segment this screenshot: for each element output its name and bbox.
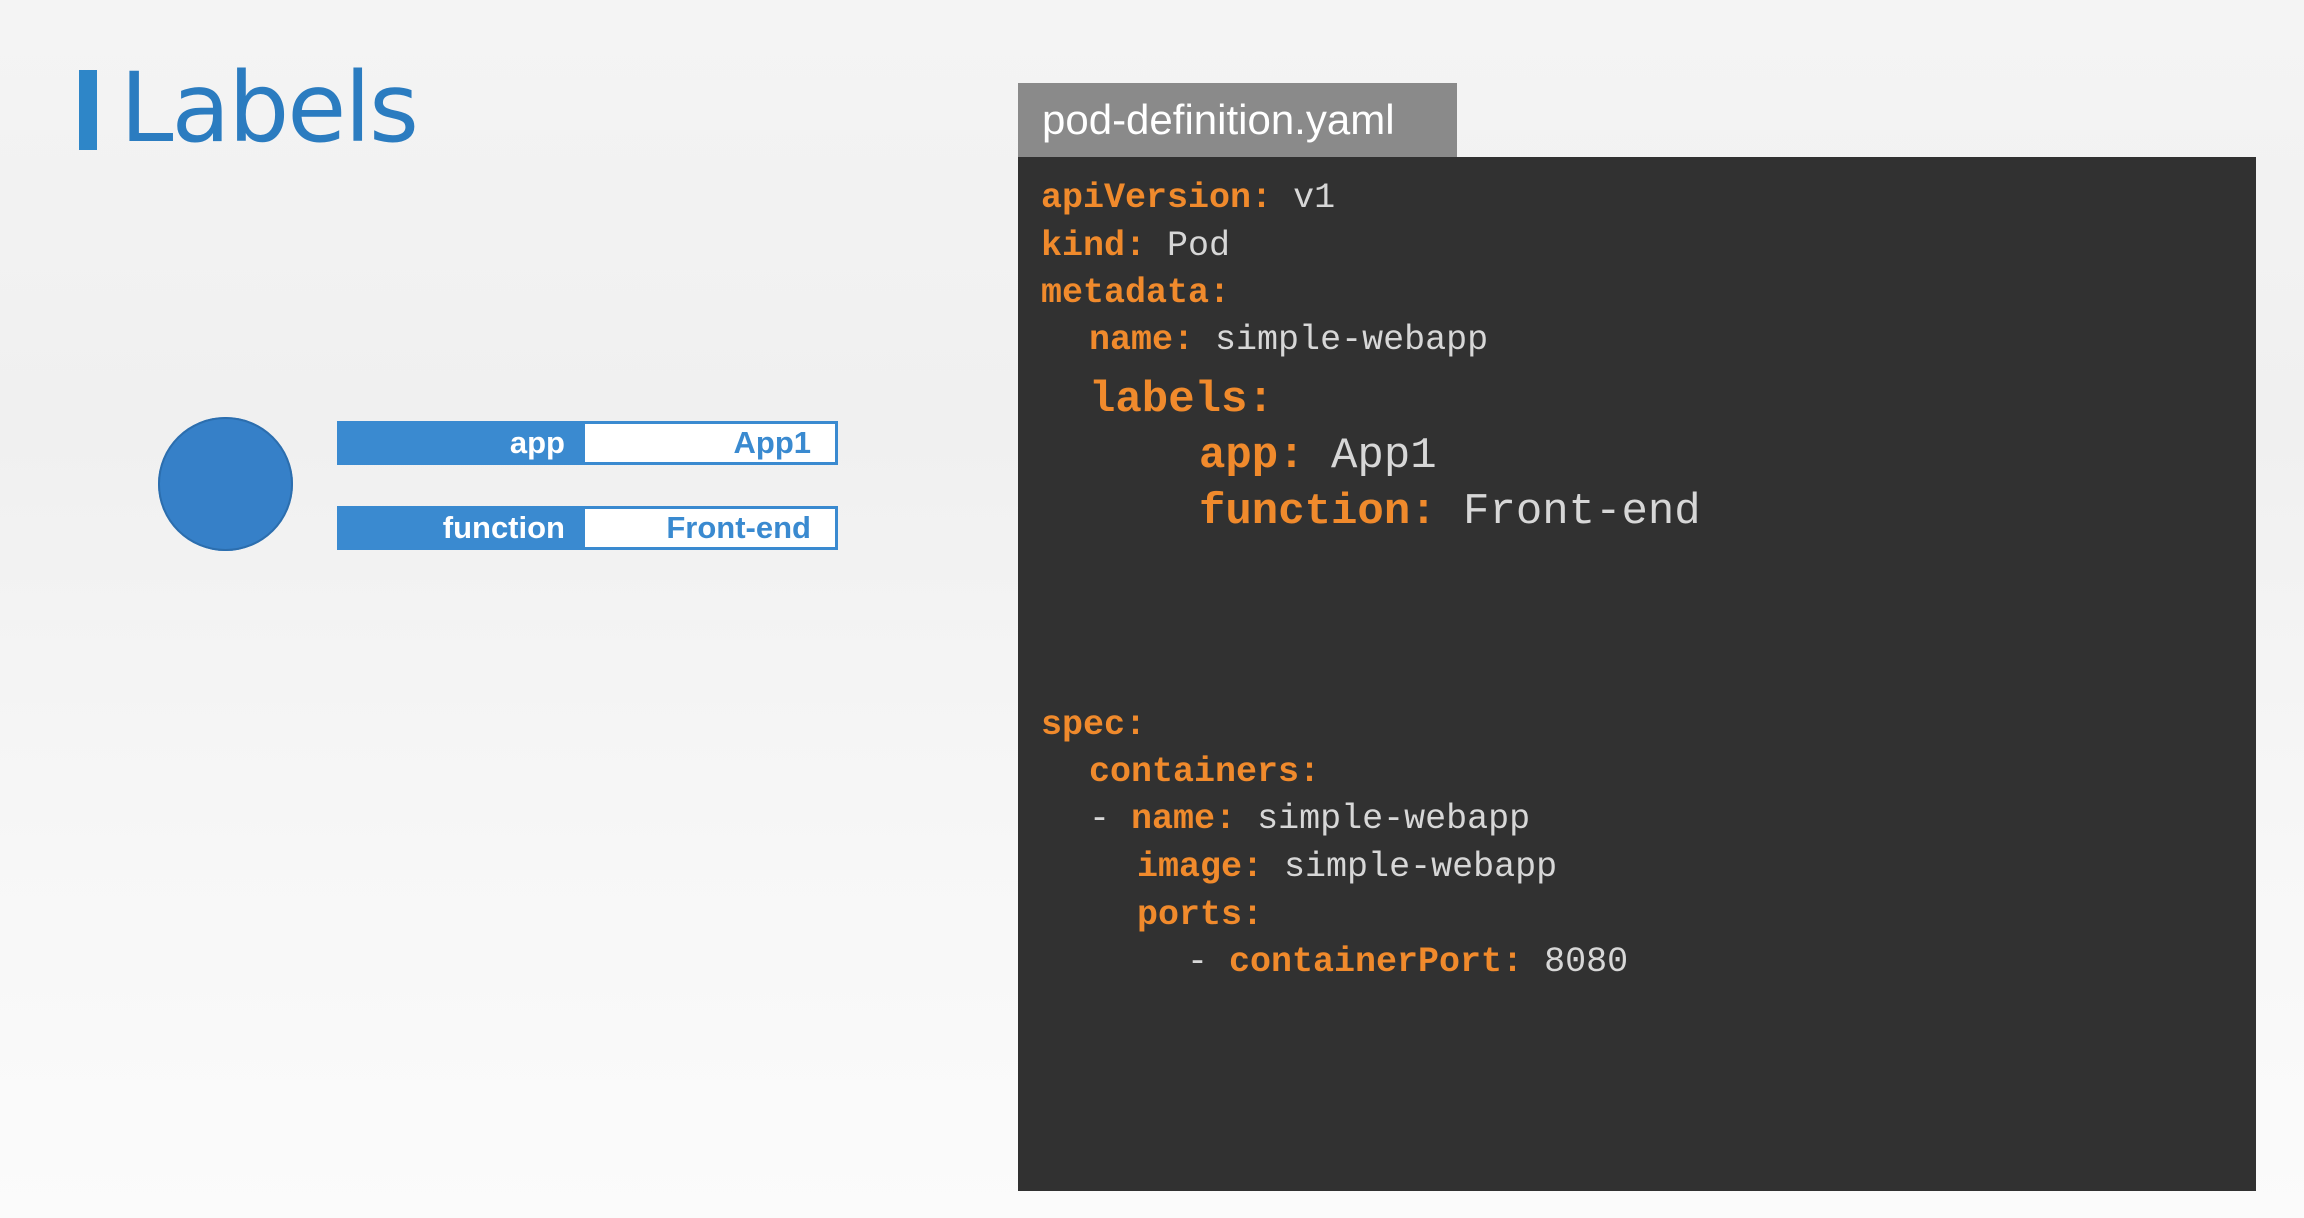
yaml-value: Front-end [1463, 487, 1701, 537]
label-key: app [340, 424, 585, 462]
code-line-apiversion: apiVersion: v1 [1041, 178, 1335, 218]
yaml-value: 8080 [1544, 942, 1629, 982]
yaml-value: simple-webapp [1257, 799, 1531, 839]
yaml-value: App1 [1331, 431, 1437, 481]
yaml-value: v1 [1293, 178, 1336, 218]
title-accent-bar [79, 70, 97, 150]
yaml-key: function: [1199, 487, 1437, 537]
yaml-key: containerPort: [1229, 942, 1524, 982]
yaml-value: simple-webapp [1284, 847, 1558, 887]
code-line-image: image: simple-webapp [1137, 847, 1557, 887]
code-line-spec: spec: [1041, 705, 1146, 745]
label-tag-app: app App1 [337, 421, 838, 465]
code-line-labels: labels: [1089, 375, 1274, 425]
code-line-kind: kind: Pod [1041, 226, 1230, 266]
label-tag-function: function Front-end [337, 506, 838, 550]
code-line-container-name: - name: simple-webapp [1089, 799, 1530, 839]
yaml-dash: - [1089, 799, 1132, 839]
code-line-containerport: - containerPort: 8080 [1187, 942, 1628, 982]
code-line-name: name: simple-webapp [1089, 320, 1488, 360]
yaml-key: ports: [1137, 895, 1264, 935]
label-value: App1 [733, 425, 812, 460]
yaml-key: metadata: [1041, 273, 1231, 313]
yaml-key: image: [1137, 847, 1264, 887]
yaml-key: name: [1131, 799, 1237, 839]
yaml-key: app: [1199, 431, 1305, 481]
yaml-key: labels: [1089, 375, 1274, 425]
yaml-dash: - [1187, 942, 1230, 982]
yaml-key: apiVersion: [1041, 178, 1273, 218]
page-title: Labels [120, 52, 419, 164]
code-line-label-app: app: App1 [1199, 431, 1437, 481]
code-line-containers: containers: [1089, 752, 1320, 792]
yaml-key: kind: [1041, 226, 1147, 266]
yaml-key: name: [1089, 320, 1195, 360]
pod-circle-icon [158, 417, 293, 551]
file-tab: pod-definition.yaml [1018, 83, 1457, 157]
yaml-value: simple-webapp [1215, 320, 1489, 360]
yaml-value: Pod [1167, 226, 1231, 266]
label-key: function [340, 509, 585, 547]
code-line-label-function: function: Front-end [1199, 487, 1701, 537]
yaml-key: containers: [1089, 752, 1321, 792]
code-line-ports: ports: [1137, 895, 1263, 935]
yaml-key: spec: [1041, 705, 1147, 745]
code-line-metadata: metadata: [1041, 273, 1230, 313]
label-value: Front-end [666, 510, 811, 545]
